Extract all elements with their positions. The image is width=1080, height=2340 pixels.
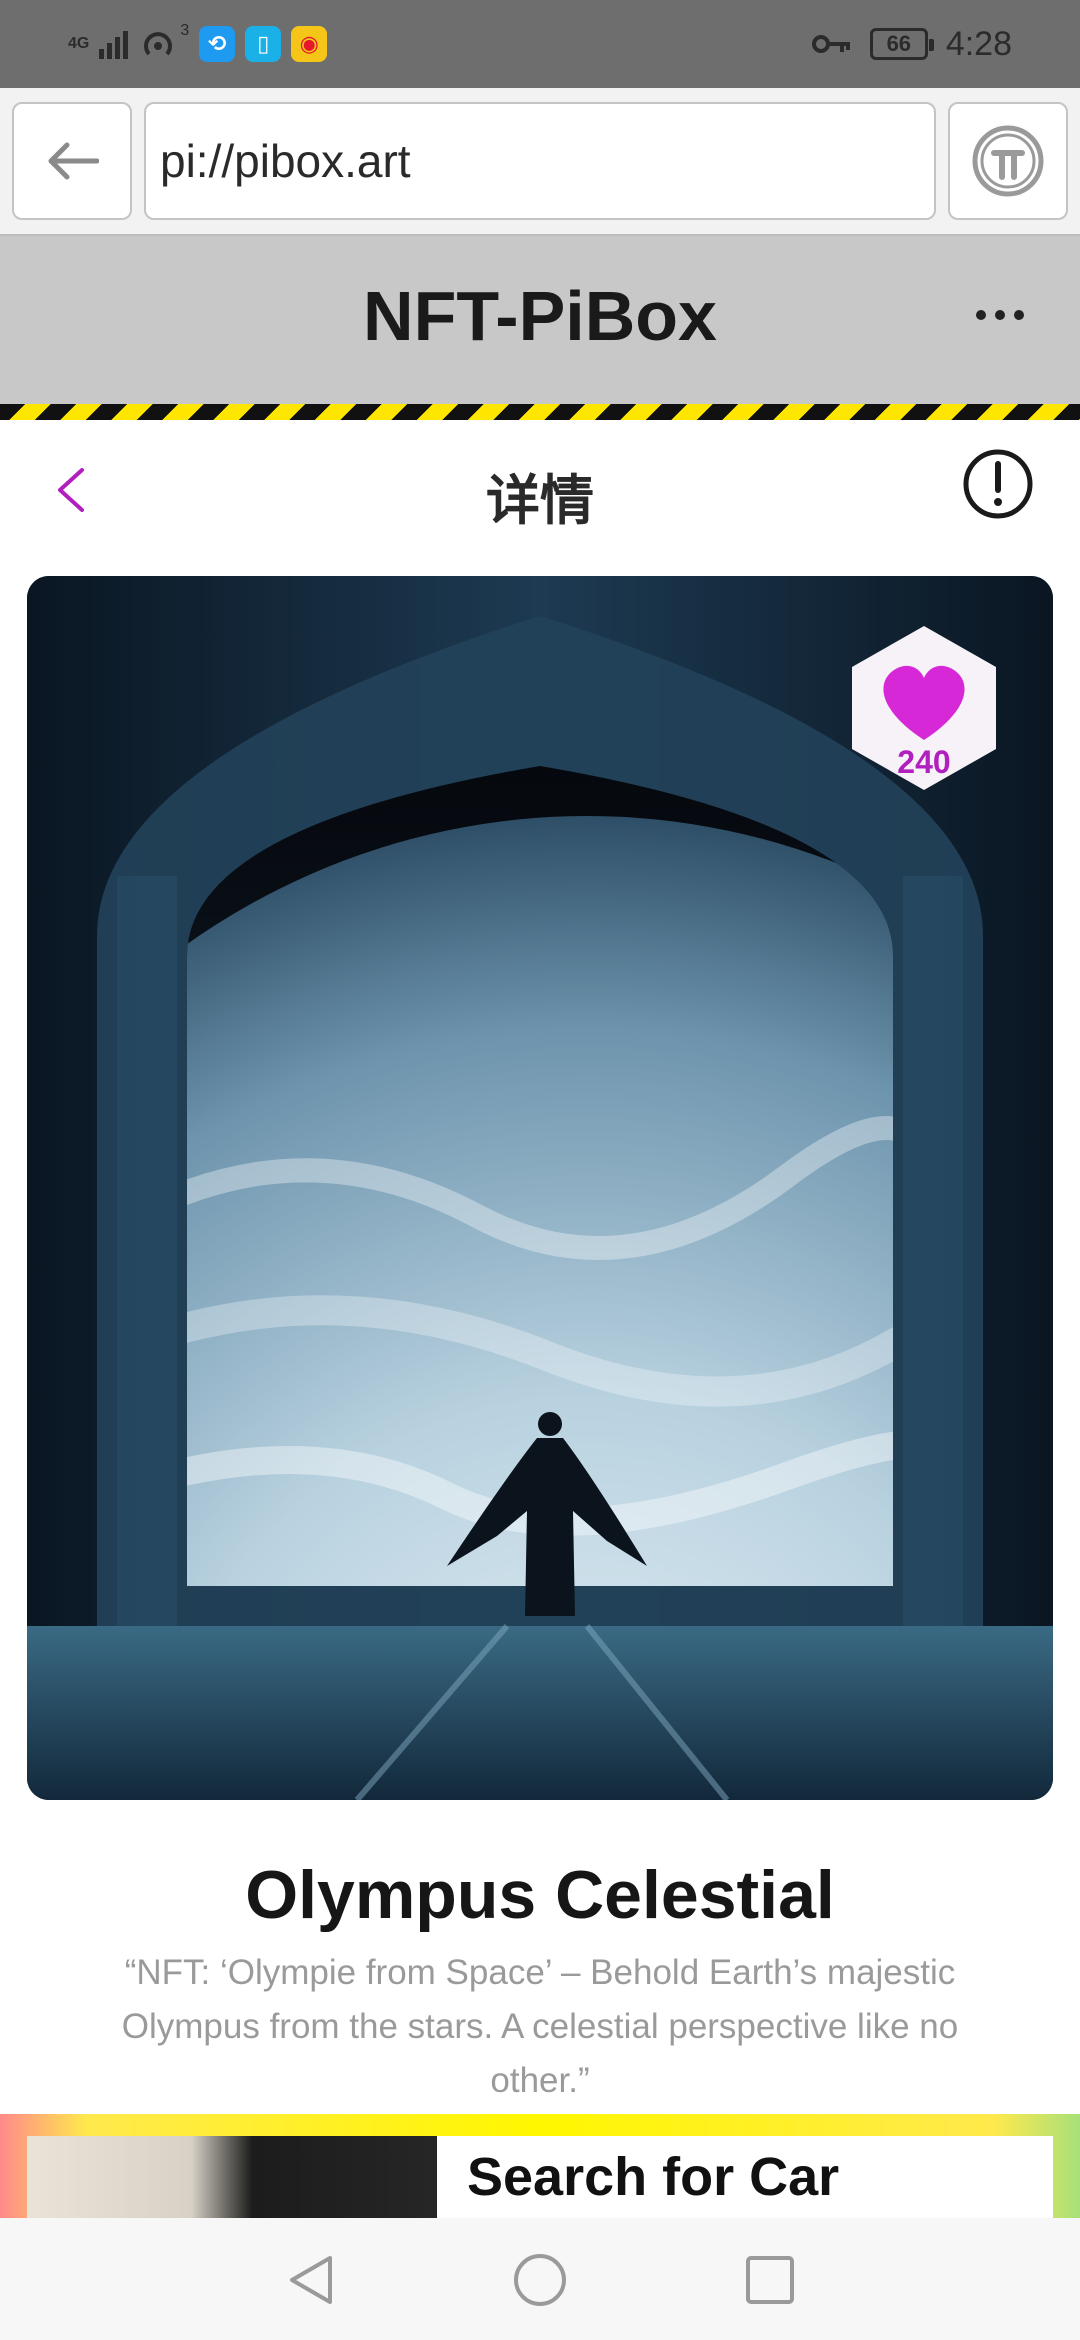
app-icon-blue: ⟲ [199,26,236,62]
battery-icon: 66 [869,28,934,60]
network-label: 4G [68,35,90,52]
status-left: 4G 3 ⟲ ▯ ◉ [68,22,328,66]
like-count: 240 [897,744,951,780]
url-field[interactable]: pi://pibox.art [144,102,936,220]
more-icon[interactable] [976,310,1024,320]
detail-navbar: 详情 [0,420,1080,560]
nft-title: Olympus Celestial [245,1857,835,1933]
status-right: 66 4:28 [811,22,1012,66]
pi-logo-icon [972,125,1044,197]
page-title: 详情 [486,469,594,532]
status-bar: 4G 3 ⟲ ▯ ◉ 66 4:28 [0,0,1080,88]
system-nav-bar [0,2218,1080,2340]
app-title: NFT-PiBox [363,277,717,355]
pi-browser-button[interactable] [948,102,1068,220]
sim-index: 3 [180,22,190,39]
ad-text-box: Search for Car [437,2136,1053,2218]
nft-description: “NFT: ‘Olympie from Space’ – Behold Eart… [121,1953,959,2100]
hazard-stripe [0,404,1080,420]
nav-home-icon[interactable] [512,2252,568,2308]
weibo-icon: ◉ [291,26,328,62]
clock: 4:28 [945,24,1012,63]
ad-banner[interactable]: Search for Car [0,2114,1080,2218]
nav-recent-icon[interactable] [744,2254,796,2306]
info-icon[interactable] [962,448,1034,520]
browser-toolbar: pi://pibox.art [0,88,1080,236]
browser-back-button[interactable] [12,102,132,220]
ad-headline: Search for Car [467,2147,840,2207]
hotspot-icon [144,32,173,56]
network-indicator: 4G [68,36,89,52]
nav-back-icon[interactable] [284,2252,338,2308]
battery-level: 66 [886,31,912,56]
signal-icon [99,29,129,59]
key-icon [811,35,850,53]
ad-image [27,2136,437,2218]
app-header: NFT-PiBox [0,236,1080,404]
arrow-left-icon [48,142,99,180]
url-text: pi://pibox.art [160,135,411,187]
app-icon-book: ▯ [245,26,282,62]
